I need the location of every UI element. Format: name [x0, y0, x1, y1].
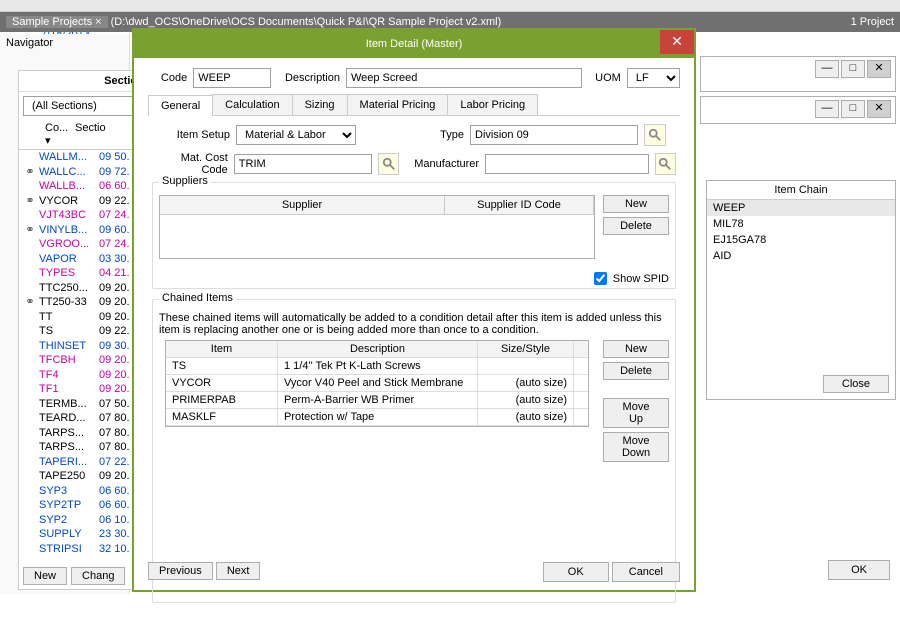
list-item[interactable]: AID [707, 248, 895, 264]
suppliers-group: Suppliers Supplier Supplier ID Code New … [152, 182, 676, 289]
tab-labor-pricing[interactable]: Labor Pricing [447, 94, 538, 115]
navigator-title: Navigator [0, 34, 129, 52]
app-toolbar [0, 0, 900, 12]
table-row[interactable]: PRIMERPABPerm-A-Barrier WB Primer(auto s… [166, 392, 588, 409]
maximize-button[interactable]: □ [841, 60, 865, 78]
item-chain-panel: Item Chain WEEPMIL78EJ15GA78AID Close [706, 180, 896, 400]
code-label: Code [148, 72, 187, 84]
tab-bar: General Calculation Sizing Material Pric… [148, 94, 680, 116]
tab-general[interactable]: General [148, 95, 213, 116]
ok-button[interactable]: OK [543, 562, 609, 582]
chained-title: Chained Items [159, 292, 236, 304]
project-count: 1 Project [851, 16, 894, 28]
show-spid-checkbox[interactable] [594, 272, 607, 285]
list-item[interactable]: EJ15GA78 [707, 232, 895, 248]
suppliers-grid[interactable]: Supplier Supplier ID Code [159, 195, 595, 259]
chained-items-group: Chained Items These chained items will a… [152, 299, 676, 603]
chained-delete-button[interactable]: Delete [603, 362, 669, 380]
table-row[interactable]: VYCORVycor V40 Peel and Stick Membrane(a… [166, 375, 588, 392]
item-setup-select[interactable]: Material & Labor [236, 125, 356, 145]
col-code[interactable]: Co... ▾ [21, 122, 75, 147]
next-button[interactable]: Next [216, 562, 261, 580]
ci-col-item: Item [166, 341, 278, 357]
dialog-title-bar: Item Detail (Master) ✕ [134, 30, 694, 58]
supplier-new-button[interactable]: New [603, 195, 669, 213]
type-search-button[interactable] [644, 124, 666, 146]
maximize-button[interactable]: □ [841, 100, 865, 118]
chained-description: These chained items will automatically b… [153, 312, 675, 340]
dialog-close-button[interactable]: ✕ [660, 30, 694, 54]
minimize-button[interactable]: — [815, 60, 839, 78]
manufacturer-label: Manufacturer [405, 158, 479, 170]
tab-sizing[interactable]: Sizing [292, 94, 348, 115]
show-spid-label: Show SPID [613, 273, 669, 285]
close-button[interactable]: ✕ [867, 60, 891, 78]
supplier-id-col: Supplier ID Code [445, 196, 594, 214]
dialog-title: Item Detail (Master) [366, 38, 463, 50]
item-chain-title: Item Chain [707, 181, 895, 200]
type-label: Type [362, 129, 464, 141]
mat-cost-search-button[interactable] [378, 153, 399, 175]
move-down-button[interactable]: Move Down [603, 432, 669, 462]
uom-select[interactable]: LF [627, 68, 680, 88]
previous-button[interactable]: Previous [148, 562, 213, 580]
supplier-delete-button[interactable]: Delete [603, 217, 669, 235]
uom-label: UOM [588, 72, 621, 84]
col-section[interactable]: Sectio [75, 122, 106, 147]
description-input[interactable] [346, 68, 582, 88]
section-change-button[interactable]: Chang [71, 567, 125, 585]
background-window-2: — □ ✕ [700, 96, 896, 124]
item-chain-list[interactable]: WEEPMIL78EJ15GA78AID [707, 200, 895, 264]
table-row[interactable]: TS1 1/4'' Tek Pt K-Lath Screws [166, 358, 588, 375]
code-input[interactable] [193, 68, 271, 88]
background-window-1: — □ ✕ [700, 56, 896, 92]
minimize-button[interactable]: — [815, 100, 839, 118]
ci-col-size: Size/Style [478, 341, 574, 357]
table-row[interactable]: MASKLFProtection w/ Tape(auto size) [166, 409, 588, 426]
supplier-col: Supplier [160, 196, 445, 214]
manufacturer-input[interactable] [485, 154, 649, 174]
cancel-button[interactable]: Cancel [612, 562, 680, 582]
ci-col-desc: Description [278, 341, 478, 357]
tab-material-pricing[interactable]: Material Pricing [347, 94, 449, 115]
project-path: (D:\dwd_OCS\OneDrive\OCS Documents\Quick… [111, 16, 502, 28]
description-label: Description [277, 72, 340, 84]
background-ok-button[interactable]: OK [828, 560, 890, 580]
general-tab-panel: Item Setup Material & Labor Type Mat. Co… [148, 116, 680, 607]
mat-cost-label: Mat. Cost Code [152, 152, 228, 176]
section-new-button[interactable]: New [23, 567, 67, 585]
item-detail-dialog: Item Detail (Master) ✕ Code Description … [132, 28, 696, 592]
list-item[interactable]: WEEP [707, 200, 895, 216]
tab-calculation[interactable]: Calculation [212, 94, 292, 115]
suppliers-title: Suppliers [159, 175, 211, 187]
item-setup-label: Item Setup [152, 129, 230, 141]
list-item[interactable]: MIL78 [707, 216, 895, 232]
move-up-button[interactable]: Move Up [603, 398, 669, 428]
project-tab-label[interactable]: Sample Projects × [6, 16, 108, 28]
manufacturer-search-button[interactable] [655, 153, 676, 175]
chained-new-button[interactable]: New [603, 340, 669, 358]
mat-cost-input[interactable] [234, 154, 372, 174]
item-chain-close-button[interactable]: Close [823, 375, 889, 393]
chained-items-grid[interactable]: Item Description Size/Style TS1 1/4'' Te… [165, 340, 589, 427]
close-button[interactable]: ✕ [867, 100, 891, 118]
type-input[interactable] [470, 125, 638, 145]
